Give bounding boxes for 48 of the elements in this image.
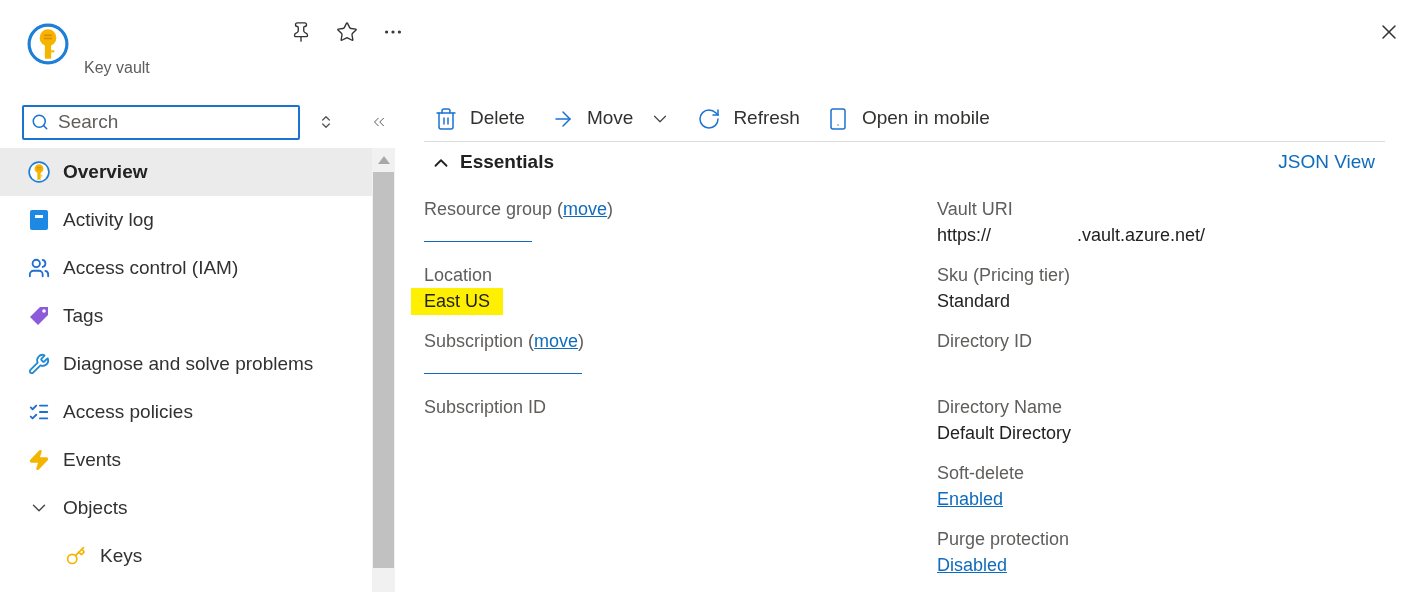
- json-view-link[interactable]: JSON View: [1278, 148, 1375, 177]
- sidebar-item[interactable]: Keys: [0, 532, 372, 580]
- sidebar-item[interactable]: Diagnose and solve problems: [0, 340, 372, 388]
- lightning-icon: [28, 449, 50, 471]
- sidebar-item[interactable]: Overview: [0, 148, 372, 196]
- book-icon: [29, 209, 49, 231]
- key-icon: [66, 546, 86, 566]
- field-label: Directory Name: [937, 396, 1064, 419]
- field-value: East US: [411, 288, 504, 315]
- field-label: Purge protection: [937, 528, 1071, 551]
- field-value: Default Directory: [937, 422, 1072, 445]
- toolbar-button[interactable]: Move: [550, 104, 672, 133]
- resource-type-label: Key vault: [84, 58, 150, 78]
- key-vault-icon: [28, 161, 50, 183]
- field-label: Subscription ID: [424, 396, 548, 419]
- wrench-icon: [28, 353, 50, 375]
- key-vault-icon: [27, 23, 69, 65]
- toolbar-button[interactable]: Refresh: [697, 104, 800, 133]
- field-label: Directory ID: [937, 330, 1033, 353]
- field-value: https://: [937, 224, 992, 247]
- scrollbar[interactable]: [372, 148, 395, 592]
- field-label: Resource group (move): [424, 198, 615, 221]
- sidebar-item[interactable]: Events: [0, 436, 372, 484]
- sidebar-item[interactable]: Access control (IAM): [0, 244, 372, 292]
- tag-icon: [28, 305, 50, 327]
- field-label: Vault URI: [937, 198, 1014, 221]
- people-icon: [28, 257, 50, 279]
- field-label: Subscription (move): [424, 330, 586, 353]
- field-value: .vault.azure.net/: [1077, 224, 1206, 247]
- field-label: Location: [424, 264, 494, 287]
- star-icon[interactable]: [335, 21, 358, 43]
- field-link[interactable]: Enabled: [937, 486, 1004, 513]
- field-label: Sku (Pricing tier): [937, 264, 1072, 287]
- toolbar-button[interactable]: Open in mobile: [825, 104, 990, 133]
- scrollbar-thumb[interactable]: [373, 172, 394, 568]
- sidebar-item[interactable]: Tags: [0, 292, 372, 340]
- search-field[interactable]: Search: [22, 104, 300, 140]
- refresh-icon: [697, 106, 722, 131]
- sidebar-item[interactable]: Access policies: [0, 388, 372, 436]
- trash-icon: [434, 106, 458, 131]
- field-value: Standard: [937, 290, 1011, 313]
- toolbar-button[interactable]: Delete: [434, 104, 525, 133]
- search-icon: [31, 112, 49, 131]
- field-link[interactable]: Disabled: [937, 552, 1008, 579]
- essentials-toggle[interactable]: Essentials: [430, 148, 554, 177]
- sidebar-item[interactable]: Activity log: [0, 196, 372, 244]
- sidebar-item[interactable]: Objects: [0, 484, 372, 532]
- field-label: Soft-delete: [937, 462, 1026, 485]
